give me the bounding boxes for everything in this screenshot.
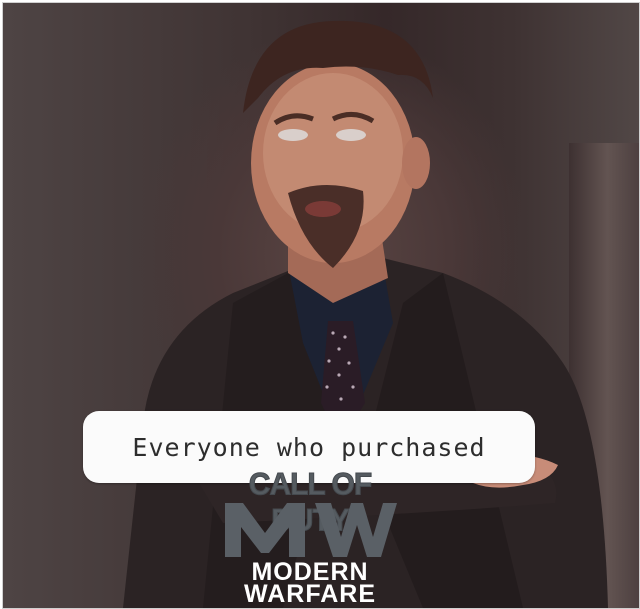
meme-image: Everyone who purchased CALL OF DUTY MODE… — [2, 2, 640, 609]
meme-caption-text: Everyone who purchased — [132, 432, 486, 462]
mw-emblem-icon — [225, 503, 397, 557]
warfare-wordmark: WARFARE — [244, 580, 376, 608]
modern-warfare-logo: CALL OF DUTY MODERN WARFARE — [217, 467, 403, 608]
